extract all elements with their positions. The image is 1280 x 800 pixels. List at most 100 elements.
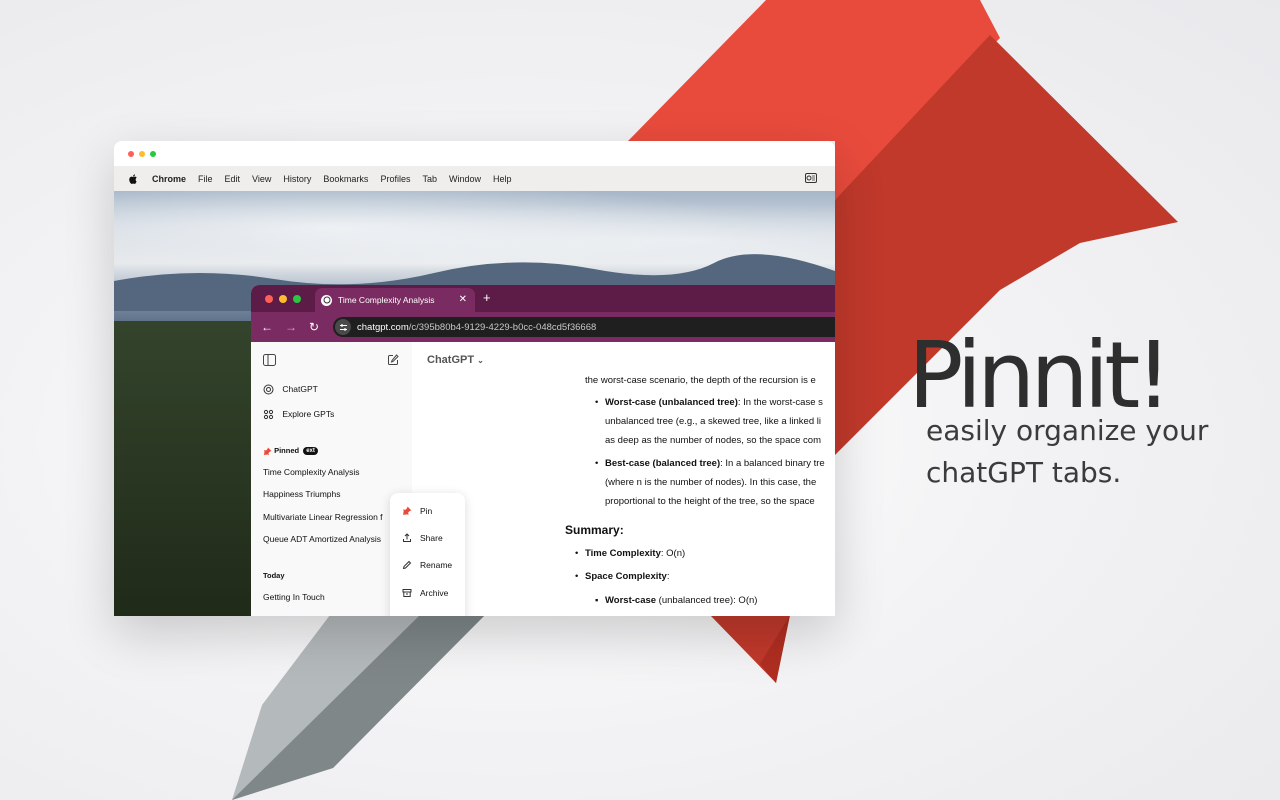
bullet-bold: Worst-case (605, 595, 657, 606)
bullet-text: (unbalanced tree): O(n) (656, 595, 758, 606)
pinned-chat-item[interactable]: Happiness Triumphs (263, 489, 340, 499)
outlook-icon[interactable] (805, 172, 817, 184)
pinned-chat-item[interactable]: Queue ADT Amortized Analysis (263, 534, 381, 544)
window-titlebar (114, 141, 835, 166)
summary-bullet: Worst-case (unbalanced tree): O(n) (605, 595, 757, 606)
bullet-text: : O(n) (660, 548, 686, 559)
menu-window[interactable]: Window (449, 174, 481, 184)
menu-item-label: Rename (420, 560, 453, 570)
menu-item-share[interactable]: Share (402, 533, 443, 543)
mac-menubar: Chrome File Edit View History Bookmarks … (114, 166, 835, 191)
sidebar-item-explore[interactable]: Explore GPTs (263, 409, 334, 420)
chat-main: ChatGPT ⌄ the worst-case scenario, the d… (412, 342, 835, 616)
bullet-dot: • (575, 571, 579, 582)
url-path: /c/395b80b4-9129-4229-b0cc-048cd5f36668 (408, 321, 597, 333)
chatgpt-logo-icon (263, 384, 274, 395)
response-line: (where n is the number of nodes). In thi… (605, 477, 817, 488)
sidebar-item-label: Explore GPTs (282, 409, 335, 419)
forward-arrow-icon[interactable]: → (285, 320, 297, 334)
pinned-label: Pinned (274, 446, 300, 455)
sidebar-toggle-icon[interactable] (263, 354, 276, 366)
menu-chrome[interactable]: Chrome (152, 174, 186, 184)
chat-context-menu: Pin Share Rename Archive (390, 493, 465, 616)
bullet-dot: ▪ (595, 595, 599, 606)
pinned-section-header: Pinned ext (263, 446, 318, 456)
chevron-down-icon: ⌄ (477, 356, 484, 365)
pinned-chat-item[interactable]: Time Complexity Analysis (263, 467, 360, 477)
response-bullet: Best-case (balanced tree): In a balanced… (605, 458, 825, 469)
bullet-text: : In a balanced binary tre (720, 458, 825, 469)
response-line: as deep as the number of nodes, so the s… (605, 435, 821, 446)
summary-bullet: Time Complexity: O(n) (585, 548, 685, 559)
back-arrow-icon[interactable]: ← (261, 320, 273, 334)
today-section-header: Today (263, 571, 285, 580)
address-bar[interactable]: chatgpt.com /c/395b80b4-9129-4229-b0cc-0… (333, 317, 835, 337)
model-selector[interactable]: ChatGPT ⌄ (427, 354, 484, 366)
minimize-window-button[interactable] (139, 151, 145, 157)
bullet-text: : In the worst-case s (737, 397, 823, 408)
ext-badge: ext (303, 447, 318, 456)
chrome-zoom-button[interactable] (293, 295, 301, 303)
response-line: the worst-case scenario, the depth of th… (585, 375, 816, 386)
zoom-window-button[interactable] (150, 151, 156, 157)
summary-heading: Summary: (565, 523, 624, 537)
menu-item-label: Share (420, 533, 443, 543)
grid-icon (263, 410, 274, 420)
tagline-line-2: chatGPT tabs. (926, 456, 1122, 489)
tagline-line-1: easily organize your (926, 414, 1209, 447)
chatgpt-app: ChatGPT Explore GPTs Pinned ext Time Com… (251, 342, 835, 616)
summary-bullet: Space Complexity: (585, 571, 669, 582)
menu-view[interactable]: View (252, 174, 271, 184)
wallpaper-trees (114, 321, 254, 616)
pin-icon (264, 447, 272, 455)
pinned-chat-item[interactable]: Multivariate Linear Regression f (263, 512, 383, 522)
site-settings-icon[interactable] (335, 319, 351, 335)
menu-edit[interactable]: Edit (225, 174, 241, 184)
sidebar-item-chatgpt[interactable]: ChatGPT (263, 384, 318, 395)
bullet-bold: Best-case (balanced tree) (605, 458, 721, 469)
menu-history[interactable]: History (283, 174, 311, 184)
url-host: chatgpt.com (357, 321, 409, 333)
tab-title: Time Complexity Analysis (338, 295, 435, 305)
archive-icon (402, 589, 412, 597)
close-window-button[interactable] (128, 151, 134, 157)
menu-item-rename[interactable]: Rename (402, 560, 452, 570)
pin-icon (403, 506, 412, 515)
menu-tab[interactable]: Tab (422, 174, 437, 184)
chrome-toolbar: ← → ↻ chatgpt.com /c/395b80b4-9129-4229-… (251, 312, 835, 342)
response-line: unbalanced tree (e.g., a skewed tree, li… (605, 416, 821, 427)
chrome-minimize-button[interactable] (279, 295, 287, 303)
menu-bookmarks[interactable]: Bookmarks (323, 174, 368, 184)
new-tab-icon[interactable]: + (483, 290, 491, 305)
new-chat-icon[interactable] (387, 354, 399, 366)
bullet-bold: Worst-case (unbalanced tree) (605, 397, 738, 408)
bullet-dot: • (575, 548, 579, 559)
menu-file[interactable]: File (198, 174, 213, 184)
today-chat-item[interactable]: Getting In Touch (263, 592, 325, 602)
reload-icon[interactable]: ↻ (309, 320, 319, 334)
chrome-close-button[interactable] (265, 295, 273, 303)
response-bullet: Worst-case (unbalanced tree): In the wor… (605, 397, 823, 408)
chatgpt-favicon-icon (321, 294, 332, 306)
menu-item-label: Archive (420, 588, 449, 598)
tab-time-complexity[interactable]: Time Complexity Analysis ✕ (315, 288, 475, 312)
pencil-icon (402, 560, 412, 570)
response-line: proportional to the height of the tree, … (605, 496, 815, 507)
sidebar-item-label: ChatGPT (282, 384, 318, 394)
bullet-text: : (666, 571, 670, 582)
apple-icon[interactable] (128, 173, 138, 184)
menu-item-archive[interactable]: Archive (402, 588, 448, 598)
menu-profiles[interactable]: Profiles (380, 174, 410, 184)
chatgpt-sidebar: ChatGPT Explore GPTs Pinned ext Time Com… (251, 342, 412, 616)
menu-item-pin[interactable]: Pin (402, 506, 432, 516)
bullet-dot: • (595, 458, 599, 469)
bullet-dot: • (595, 397, 599, 408)
chrome-window: Time Complexity Analysis ✕ + ← → ↻ chatg… (251, 285, 835, 616)
chrome-tabbar: Time Complexity Analysis ✕ + (251, 285, 835, 312)
tab-close-icon[interactable]: ✕ (459, 294, 467, 305)
menu-help[interactable]: Help (493, 174, 512, 184)
desktop-wallpaper: Time Complexity Analysis ✕ + ← → ↻ chatg… (114, 191, 835, 616)
share-icon (403, 533, 411, 542)
menu-item-label: Pin (420, 506, 433, 516)
model-name: ChatGPT (427, 354, 475, 366)
